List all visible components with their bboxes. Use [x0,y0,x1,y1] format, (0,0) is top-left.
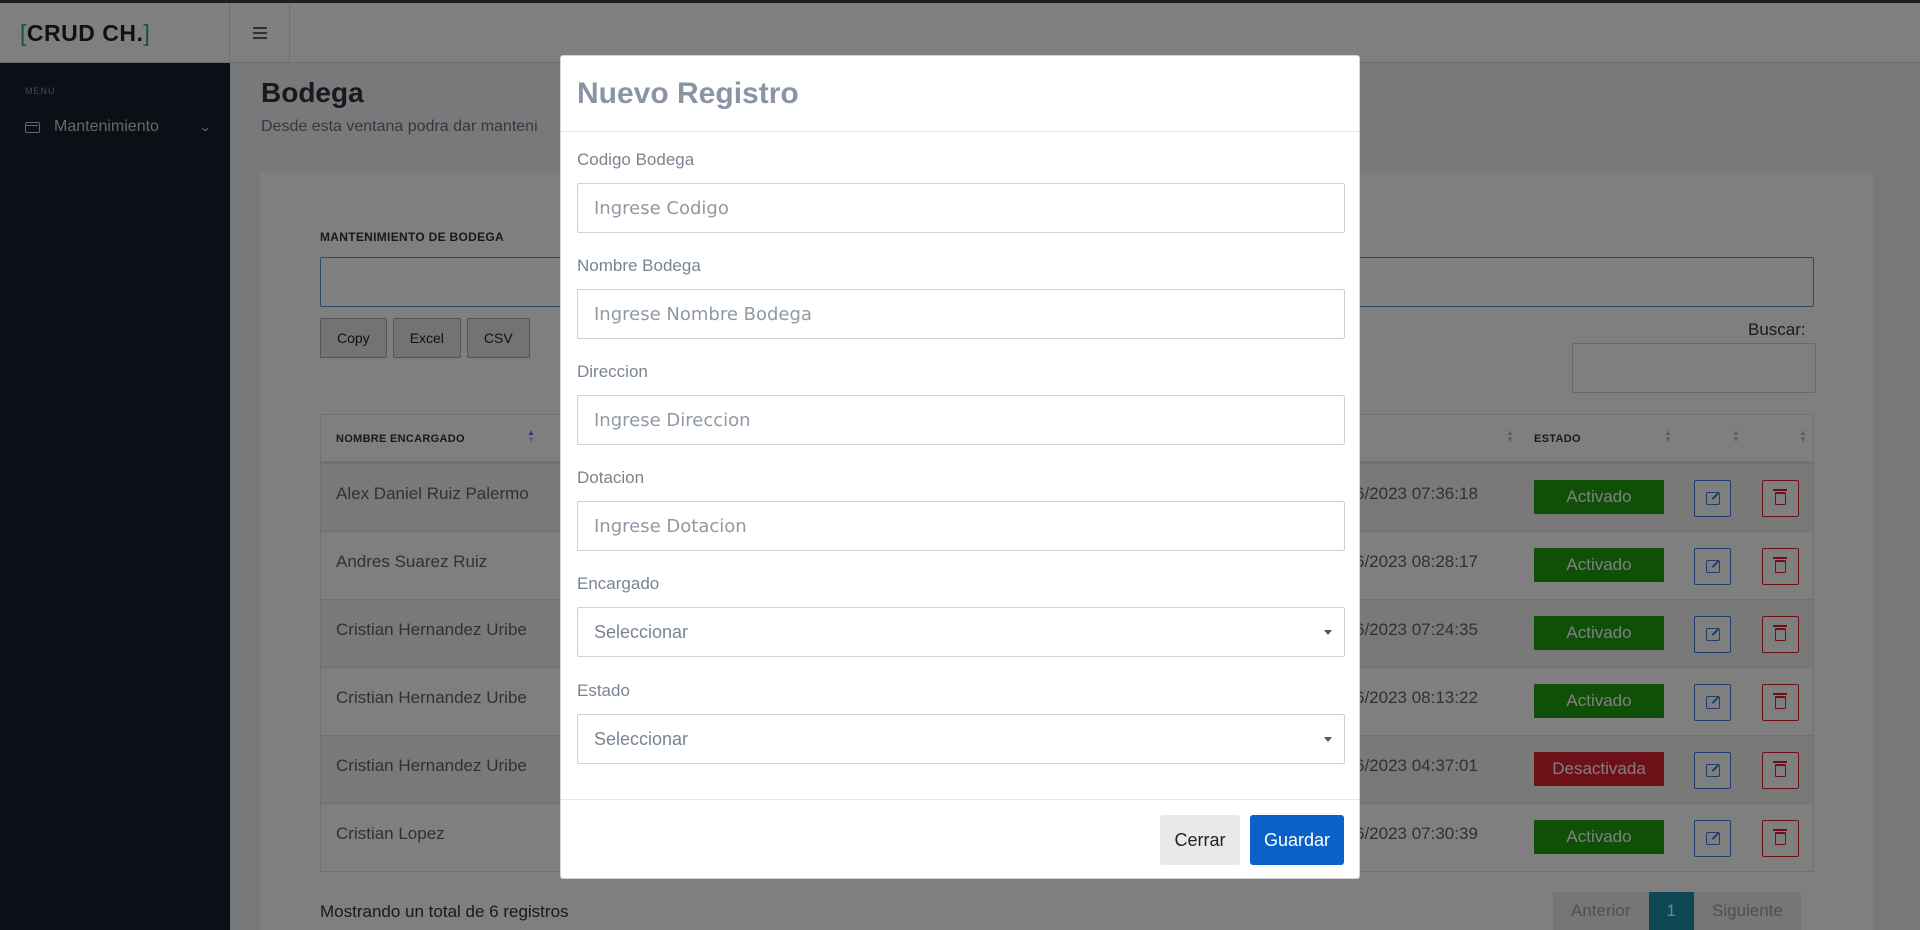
caret-down-icon [1324,630,1332,635]
codigo-bodega-label: Codigo Bodega [577,150,695,169]
encargado-label: Encargado [577,574,660,593]
direccion-input[interactable] [577,395,1345,445]
modal-title: Nuevo Registro [577,76,799,110]
estado-label: Estado [577,681,630,700]
caret-down-icon [1324,737,1332,742]
codigo-bodega-input[interactable] [577,183,1345,233]
direccion-label: Direccion [577,362,648,381]
encargado-select[interactable]: Seleccionar [577,607,1345,657]
nuevo-registro-modal: Nuevo Registro Codigo Bodega Nombre Bode… [560,55,1360,879]
estado-select-value: Seleccionar [594,728,689,749]
close-button[interactable]: Cerrar [1160,815,1240,865]
modal-header: Nuevo Registro [561,56,1359,132]
encargado-select-value: Seleccionar [594,621,689,642]
save-button[interactable]: Guardar [1250,815,1344,865]
nombre-bodega-label: Nombre Bodega [577,256,701,275]
modal-footer: Cerrar Guardar [561,799,1359,879]
estado-select[interactable]: Seleccionar [577,714,1345,764]
dotacion-input[interactable] [577,501,1345,551]
dotacion-label: Dotacion [577,468,645,487]
nombre-bodega-input[interactable] [577,289,1345,339]
